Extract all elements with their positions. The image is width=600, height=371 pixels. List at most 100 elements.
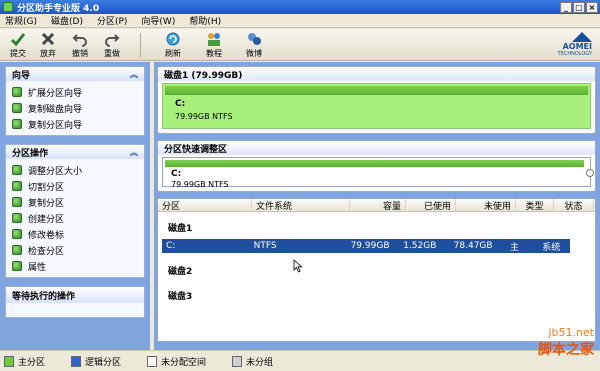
collapse-icon[interactable]: ︽ (130, 147, 138, 158)
menu-disk[interactable]: 磁盘(D) (51, 14, 83, 27)
watermark-name: 脚本之家 (538, 342, 594, 358)
logo-brand: AOMEI (562, 42, 592, 51)
redo-icon (105, 34, 120, 47)
status-bar: 主分区 逻辑分区 未分配空间 未分组 (0, 350, 600, 371)
op-copy[interactable]: 复制分区 (12, 194, 140, 210)
cell-partition: C: (166, 241, 176, 251)
wizard-group-title: 向导 (12, 70, 31, 81)
toolbar: 提交 放弃 撤销 重做 刷新 教程 微博 AOMEI TECHNOLOGY (0, 29, 600, 61)
menu-wizard[interactable]: 向导(W) (141, 14, 175, 27)
redo-label: 重做 (104, 49, 120, 58)
wizard-group: 向导 ︽ 扩展分区向导 复制磁盘向导 复制分区向导 (5, 66, 145, 136)
left-panel: 向导 ︽ 扩展分区向导 复制磁盘向导 复制分区向导 分区操作 ︽ 调整分区大小 … (0, 62, 150, 350)
wizard-group-header[interactable]: 向导 ︽ (6, 67, 144, 81)
wizard-item-copy-disk[interactable]: 复制磁盘向导 (12, 100, 140, 116)
disk-row-3[interactable]: 磁盘3 (158, 280, 595, 305)
quick-resize-title: 分区快速调整区 (158, 141, 595, 155)
partition-label: C: (175, 99, 186, 109)
legend-label: 未分组 (246, 357, 274, 368)
cell-used: 1.52GB (403, 241, 437, 251)
disk-row-2[interactable]: 磁盘2 (158, 255, 595, 280)
ops-group-header[interactable]: 分区操作 ︽ (6, 145, 144, 159)
disk-row-1[interactable]: 磁盘1 (158, 212, 595, 237)
tutorial-button[interactable]: 教程 (200, 31, 228, 59)
mouse-cursor-icon (293, 259, 303, 273)
col-capacity[interactable]: 容量 (350, 198, 406, 212)
submit-button[interactable]: 提交 (4, 31, 32, 59)
logical-swatch (71, 355, 82, 367)
wizard-item-extend[interactable]: 扩展分区向导 (12, 84, 140, 100)
properties-icon (12, 261, 22, 271)
partition-table: 分区 文件系统 容量 已使用 未使用 类型 状态 磁盘1 C: NTFS 79.… (157, 198, 596, 342)
resize-icon (12, 165, 22, 175)
resize-handle[interactable] (586, 169, 594, 177)
app-icon (3, 2, 13, 12)
cell-status: 系统 (542, 242, 561, 253)
redo-button[interactable]: 重做 (98, 31, 126, 59)
col-status[interactable]: 状态 (554, 198, 594, 212)
legend-primary: 主分区 (4, 355, 45, 368)
op-create[interactable]: 创建分区 (12, 210, 140, 226)
op-properties[interactable]: 属性 (12, 258, 140, 274)
resize-usage-stripe (165, 160, 584, 167)
pending-group-title: 等待执行的操作 (12, 291, 76, 302)
toolbar-separator (140, 33, 141, 57)
pending-group-header[interactable]: 等待执行的操作 (6, 287, 144, 303)
wizard-item-copy-partition[interactable]: 复制分区向导 (12, 116, 140, 132)
op-resize[interactable]: 调整分区大小 (12, 162, 140, 178)
extend-partition-icon (12, 87, 22, 97)
col-partition[interactable]: 分区 (158, 198, 252, 212)
collapse-icon[interactable]: ︽ (130, 69, 138, 80)
minimize-button[interactable]: _ (560, 1, 572, 13)
split-icon (12, 181, 22, 191)
create-icon (12, 213, 22, 223)
disk-map-title: 磁盘1 (79.99GB) (158, 67, 595, 81)
op-label: 切割分区 (28, 182, 65, 193)
op-label-change[interactable]: 修改卷标 (12, 226, 140, 242)
col-unused[interactable]: 未使用 (456, 198, 516, 212)
op-label: 调整分区大小 (28, 166, 83, 177)
col-filesystem[interactable]: 文件系统 (252, 198, 350, 212)
op-label: 创建分区 (28, 214, 65, 225)
main-area: 磁盘1 (79.99GB) C: 79.99GB NTFS 分区快速调整区 C:… (154, 62, 600, 350)
discard-icon (41, 32, 55, 46)
menu-general[interactable]: 常规(G) (5, 14, 37, 27)
legend-label: 主分区 (18, 357, 46, 368)
op-label: 修改卷标 (28, 230, 65, 241)
col-used[interactable]: 已使用 (406, 198, 456, 212)
weibo-icon (248, 33, 261, 45)
copy-icon (12, 197, 22, 207)
legend-logical: 逻辑分区 (71, 355, 121, 368)
weibo-button[interactable]: 微博 (240, 31, 268, 59)
menu-bar: 常规(G) 磁盘(D) 分区(P) 向导(W) 帮助(H) (0, 14, 600, 28)
op-split[interactable]: 切割分区 (12, 178, 140, 194)
pending-group: 等待执行的操作 (5, 286, 145, 318)
menu-partition[interactable]: 分区(P) (97, 14, 127, 27)
undo-button[interactable]: 撤销 (66, 31, 94, 59)
undo-label: 撤销 (72, 49, 88, 58)
undo-icon (72, 34, 87, 47)
tutorial-icon (208, 33, 220, 46)
cell-type: 主 (509, 242, 519, 253)
cell-unused: 78.47GB (453, 241, 493, 251)
menu-help[interactable]: 帮助(H) (189, 14, 221, 27)
op-check[interactable]: 检查分区 (12, 242, 140, 258)
unallocated-swatch (147, 355, 158, 367)
resize-partition-block[interactable]: C: 79.99GB NTFS (162, 157, 594, 189)
submit-label: 提交 (10, 49, 26, 58)
col-type[interactable]: 类型 (516, 198, 554, 212)
disk-map-panel: 磁盘1 (79.99GB) C: 79.99GB NTFS (157, 66, 596, 134)
logo-sub: TECHNOLOGY (557, 51, 592, 57)
refresh-button[interactable]: 刷新 (159, 31, 187, 59)
primary-swatch (4, 355, 14, 367)
legend-unallocated: 未分配空间 (147, 355, 206, 368)
table-row[interactable]: C: NTFS 79.99GB 1.52GB 78.47GB 主 系统 (162, 239, 570, 253)
close-button[interactable]: × (586, 1, 598, 13)
discard-label: 放弃 (40, 49, 56, 58)
refresh-label: 刷新 (165, 49, 181, 58)
partition-block-c[interactable]: C: 79.99GB NTFS (162, 83, 591, 129)
table-header: 分区 文件系统 容量 已使用 未使用 类型 状态 (158, 198, 595, 212)
maximize-button[interactable]: □ (573, 1, 585, 13)
discard-button[interactable]: 放弃 (34, 31, 62, 59)
op-label: 复制分区 (28, 198, 65, 209)
